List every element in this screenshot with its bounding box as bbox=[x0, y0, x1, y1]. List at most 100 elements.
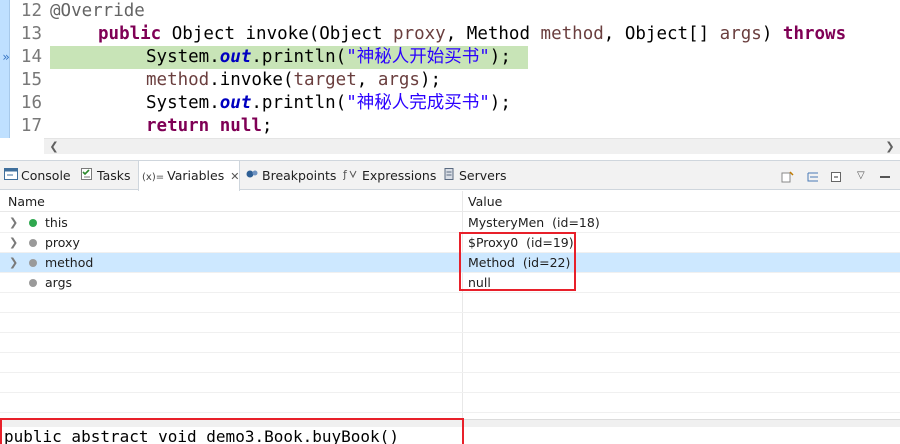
code-editor[interactable]: 12 @Override 13 public Object invoke(Object… bbox=[0, 0, 900, 160]
code-token: "神秘人完成买书" bbox=[346, 93, 490, 113]
servers-icon bbox=[442, 162, 456, 191]
chevron-right-icon[interactable]: ❯ bbox=[9, 213, 19, 233]
variable-visibility-icon bbox=[29, 219, 37, 227]
column-header-name[interactable]: Name bbox=[8, 191, 45, 212]
code-token: ); bbox=[489, 93, 511, 113]
tab-console[interactable]: Console bbox=[4, 161, 71, 190]
variable-row[interactable]: ❯ proxy $Proxy0 (id=19) bbox=[0, 233, 900, 253]
code-line[interactable]: 15 method.invoke(target, args); bbox=[0, 69, 900, 92]
annotation-box-detail bbox=[0, 418, 464, 444]
code-line[interactable]: 13 public Object invoke(Object proxy, Met… bbox=[0, 23, 900, 46]
empty-table-row bbox=[0, 353, 900, 373]
code-token: public bbox=[98, 24, 162, 44]
scroll-left-icon[interactable]: ❮ bbox=[46, 139, 62, 155]
editor-horizontal-scrollbar[interactable]: ❮ ❯ bbox=[44, 138, 900, 154]
tab-variables[interactable]: (x)= Variables ✕ bbox=[138, 161, 240, 191]
code-token: .invoke( bbox=[209, 70, 294, 90]
variable-row[interactable]: ❯ this MysteryMen (id=18) bbox=[0, 213, 900, 233]
code-token: method bbox=[146, 70, 210, 90]
code-token: method bbox=[540, 24, 604, 44]
breakpoints-icon bbox=[245, 162, 259, 191]
variable-visibility-icon bbox=[29, 259, 37, 267]
tab-tasks[interactable]: Tasks bbox=[80, 161, 131, 190]
line-number: 12 bbox=[20, 1, 42, 21]
variable-visibility-icon bbox=[29, 279, 37, 287]
code-token: ; bbox=[261, 116, 273, 136]
code-token: , Object[] bbox=[603, 24, 720, 44]
code-text: System.out.println("神秘人开始买书"); bbox=[146, 46, 511, 69]
variable-name: this bbox=[45, 215, 68, 230]
code-text: @Override bbox=[50, 0, 145, 23]
code-token: ); bbox=[489, 47, 511, 67]
code-token: ); bbox=[419, 70, 442, 90]
variable-visibility-icon bbox=[29, 239, 37, 247]
code-line[interactable]: 12 @Override bbox=[0, 0, 900, 23]
code-token: out bbox=[219, 47, 252, 67]
view-menu-icon[interactable]: ▽ bbox=[857, 169, 871, 183]
close-icon[interactable]: ✕ bbox=[230, 162, 239, 191]
chevron-right-icon[interactable]: ❯ bbox=[9, 253, 19, 273]
empty-table-row bbox=[0, 393, 900, 413]
empty-table-row bbox=[0, 373, 900, 393]
code-token: "神秘人开始买书" bbox=[346, 47, 490, 67]
tab-servers[interactable]: Servers bbox=[442, 161, 507, 190]
empty-table-row bbox=[0, 293, 900, 313]
line-number: 13 bbox=[20, 24, 42, 44]
empty-table-row bbox=[0, 313, 900, 333]
variable-row[interactable]: ❯ method Method (id=22) bbox=[0, 253, 900, 273]
debug-current-instruction-icon: » bbox=[2, 50, 10, 64]
variable-name: proxy bbox=[45, 235, 80, 250]
tab-label: Expressions bbox=[362, 168, 437, 183]
code-line[interactable]: » 14 System.out.println("神秘人开始买书"); bbox=[0, 46, 900, 69]
tab-label: Tasks bbox=[97, 168, 131, 183]
code-token: , bbox=[356, 70, 378, 90]
code-line[interactable]: 16 System.out.println("神秘人完成买书"); bbox=[0, 92, 900, 115]
tab-label: Console bbox=[21, 168, 71, 183]
code-token: return bbox=[146, 116, 210, 136]
code-token: out bbox=[219, 93, 252, 113]
show-logical-structure-icon[interactable] bbox=[806, 169, 820, 183]
console-icon bbox=[4, 162, 18, 191]
code-token: ) bbox=[761, 24, 783, 44]
variables-icon: (x)= bbox=[142, 172, 165, 183]
line-number: 16 bbox=[20, 93, 42, 113]
code-token: .println( bbox=[251, 47, 347, 67]
chevron-right-icon[interactable]: ❯ bbox=[9, 233, 19, 253]
code-token: null bbox=[219, 116, 262, 136]
code-line[interactable]: 17 return null; bbox=[0, 115, 900, 138]
code-token: args bbox=[719, 24, 762, 44]
variable-row[interactable]: args null bbox=[0, 273, 900, 293]
code-token: proxy bbox=[393, 24, 446, 44]
show-type-names-icon[interactable] bbox=[781, 169, 795, 183]
line-number: 14 bbox=[20, 47, 42, 67]
annotation-box-values bbox=[459, 232, 576, 291]
collapse-all-icon[interactable] bbox=[829, 169, 843, 183]
line-number: 17 bbox=[20, 116, 42, 136]
code-token: target bbox=[293, 70, 357, 90]
code-token: System. bbox=[146, 47, 220, 67]
svg-text:ƒ: ƒ bbox=[343, 168, 348, 181]
code-text: method.invoke(target, args); bbox=[146, 69, 441, 92]
code-token: System. bbox=[146, 93, 220, 113]
tab-breakpoints[interactable]: Breakpoints bbox=[245, 161, 336, 190]
variables-table-header: Name Value bbox=[0, 191, 900, 212]
code-text: return null; bbox=[146, 115, 272, 138]
tab-label: Variables bbox=[167, 168, 225, 183]
tab-label: Servers bbox=[459, 168, 507, 183]
line-number: 15 bbox=[20, 70, 42, 90]
code-token: throws bbox=[782, 24, 847, 44]
code-token: .println( bbox=[251, 93, 347, 113]
code-token: @Override bbox=[50, 1, 145, 21]
variable-name: method bbox=[45, 255, 94, 270]
tasks-icon bbox=[80, 162, 94, 191]
views-tab-bar: Console Tasks (x)= Variables ✕ Breakpoints… bbox=[0, 160, 900, 191]
code-token: Object invoke(Object bbox=[171, 24, 394, 44]
code-token: , Method bbox=[445, 24, 541, 44]
scroll-right-icon[interactable]: ❯ bbox=[882, 139, 898, 155]
tab-expressions[interactable]: ƒ Expressions bbox=[342, 161, 437, 190]
tab-label: Breakpoints bbox=[262, 168, 337, 183]
column-header-value[interactable]: Value bbox=[468, 191, 502, 212]
minimize-icon[interactable] bbox=[878, 169, 892, 183]
